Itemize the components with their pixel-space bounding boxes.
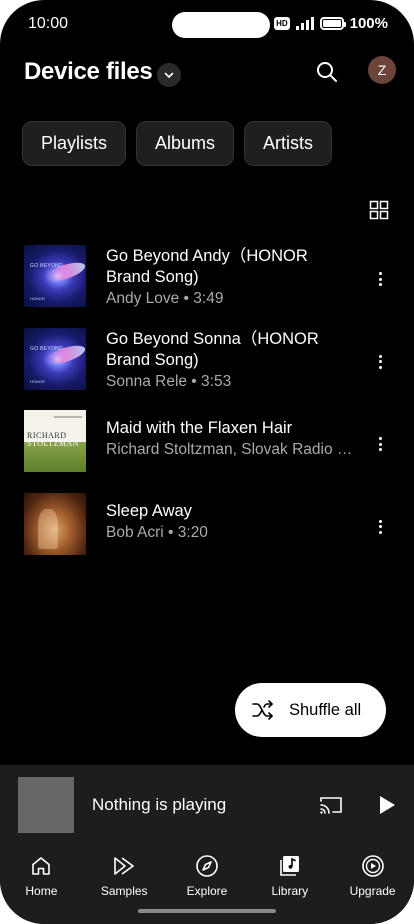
home-icon [28, 853, 54, 879]
song-subtitle: Andy Love • 3:49 [106, 290, 224, 307]
nav-label: Library [271, 884, 309, 898]
status-time: 10:00 [28, 15, 69, 32]
title-dropdown-button[interactable] [157, 63, 181, 87]
song-title: Go Beyond Andy（HONOR Brand Song) [106, 247, 308, 286]
compass-icon [194, 853, 220, 879]
home-indicator[interactable] [138, 909, 276, 913]
mini-player-status: Nothing is playing [92, 795, 227, 814]
song-title: Maid with the Flaxen Hair [106, 419, 293, 437]
more-options-button[interactable] [368, 267, 392, 291]
chevron-down-icon [164, 72, 174, 78]
list-item[interactable]: RICHARD STOLTZMAN Maid with the Flaxen H… [0, 408, 414, 491]
song-title: Go Beyond Sonna（HONOR Brand Song) [106, 329, 319, 369]
battery-percent: 100% [349, 15, 388, 32]
filter-chips: Playlists Albums Artists [22, 121, 333, 166]
shuffle-icon [252, 700, 273, 720]
upgrade-icon [360, 853, 386, 879]
grid-view-button[interactable] [368, 199, 390, 221]
list-item[interactable]: Sleep Away Bob Acri • 3:20 [0, 491, 414, 574]
battery-icon [319, 17, 346, 30]
avatar[interactable]: Z [368, 56, 396, 84]
nav-label: Upgrade [349, 884, 396, 898]
mini-player[interactable]: Nothing is playing [0, 765, 414, 843]
chip-albums[interactable]: Albums [136, 121, 235, 166]
nav-upgrade[interactable]: Upgrade [331, 843, 414, 924]
shuffle-all-button[interactable]: Shuffle all [235, 683, 386, 737]
more-options-button[interactable] [368, 432, 392, 456]
nav-label: Explore [186, 884, 228, 898]
album-art [24, 492, 86, 555]
album-art: RICHARD STOLTZMAN [24, 410, 86, 472]
search-icon [317, 62, 337, 82]
more-options-button[interactable] [368, 515, 392, 539]
signal-icon [295, 17, 314, 30]
chip-playlists[interactable]: Playlists [22, 121, 127, 166]
nav-label: Home [25, 884, 58, 898]
hd-badge: HD [274, 17, 290, 30]
list-item[interactable]: GO BEYOND HONOR Go Beyond Andy（HONOR Bra… [0, 243, 414, 326]
page-title[interactable]: Device files [24, 58, 153, 86]
status-bar: 10:00 HD 100% [0, 0, 414, 50]
album-art: GO BEYOND HONOR [24, 245, 86, 307]
play-icon [380, 796, 395, 814]
grid-icon [369, 200, 389, 220]
song-list: GO BEYOND HONOR Go Beyond Andy（HONOR Bra… [0, 243, 414, 573]
mini-player-art [18, 777, 74, 833]
shuffle-label: Shuffle all [289, 700, 362, 719]
song-subtitle: Sonna Rele • 3:53 [106, 372, 232, 390]
nav-home[interactable]: Home [0, 843, 83, 924]
samples-icon [111, 853, 137, 879]
cast-button[interactable] [318, 792, 344, 818]
play-button[interactable] [375, 792, 399, 818]
cast-icon [320, 797, 342, 814]
app-screen: 10:00 HD 100% Device files Z Playlists A… [0, 0, 414, 924]
song-subtitle: Richard Stoltzman, Slovak Radio Symphony… [106, 441, 356, 458]
song-subtitle: Bob Acri • 3:20 [106, 523, 208, 541]
camera-pill [172, 12, 270, 38]
search-button[interactable] [313, 58, 341, 86]
chip-artists[interactable]: Artists [244, 121, 333, 166]
list-item[interactable]: GO BEYOND HONOR Go Beyond Sonna（HONOR Br… [0, 326, 414, 409]
nav-label: Samples [100, 884, 148, 898]
library-icon [277, 853, 303, 879]
album-art: GO BEYOND HONOR [24, 327, 86, 390]
song-title: Sleep Away [106, 501, 192, 520]
more-options-button[interactable] [368, 350, 392, 374]
status-indicators: HD 100% [274, 15, 388, 32]
